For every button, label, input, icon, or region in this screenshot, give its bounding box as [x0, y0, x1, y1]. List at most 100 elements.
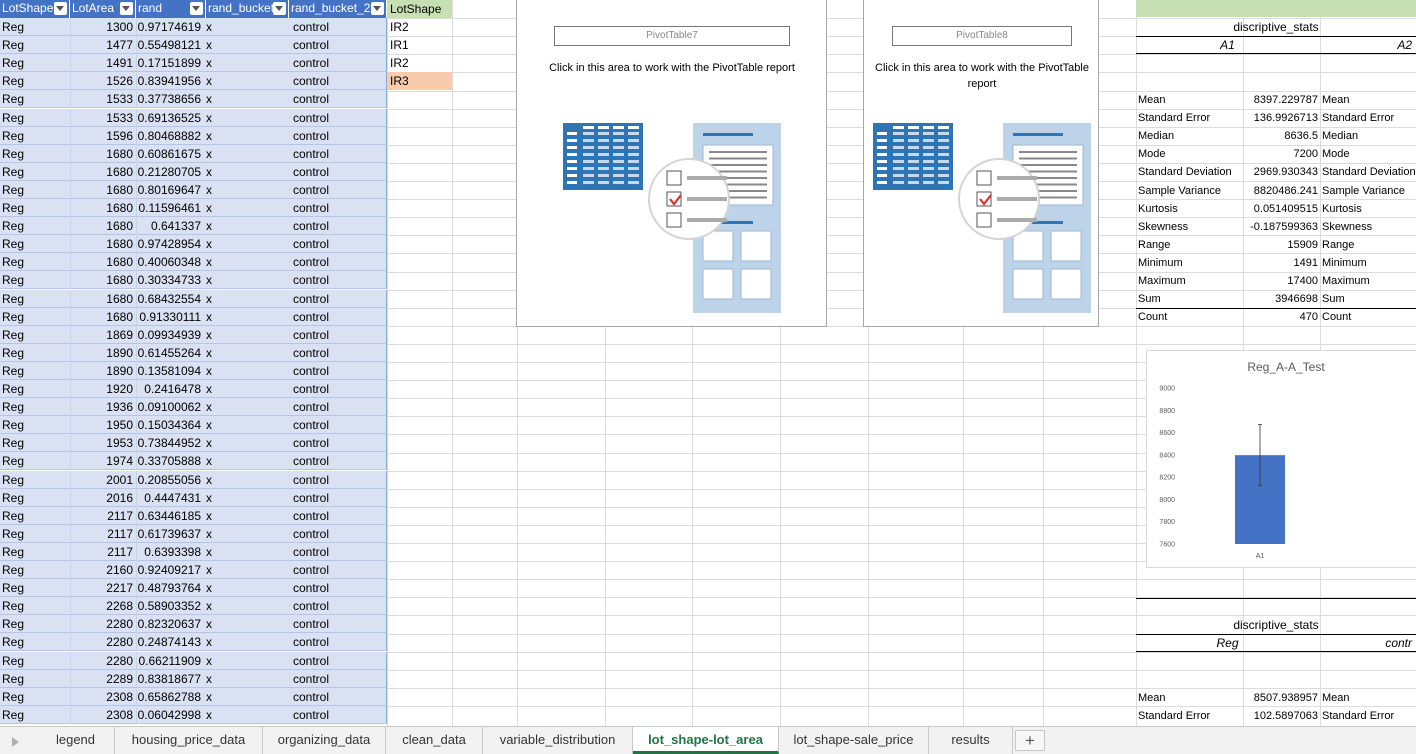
table-cell[interactable]: Reg	[2, 253, 24, 271]
table-cell[interactable]: control	[293, 688, 329, 706]
table-cell[interactable]: x	[206, 670, 212, 688]
table-cell[interactable]: control	[293, 308, 329, 326]
table-row[interactable]: Reg 2117 0.6393398 x control	[0, 542, 387, 561]
table-cell[interactable]: 0.58903352	[136, 597, 203, 616]
table-cell[interactable]: x	[206, 633, 212, 651]
table-row[interactable]: Reg 1974 0.33705888 x control	[0, 452, 387, 471]
table-cell[interactable]: x	[206, 253, 212, 271]
table-cell[interactable]: 1596	[70, 126, 135, 145]
column-header[interactable]: rand	[136, 0, 206, 18]
table-cell[interactable]: Reg	[2, 235, 24, 253]
table-cell[interactable]: 2117	[70, 506, 135, 525]
table-row[interactable]: Reg 1680 0.91330111 x control	[0, 307, 387, 326]
table-row[interactable]: Reg 1680 0.40060348 x control	[0, 253, 387, 272]
table-row[interactable]: Reg 1680 0.80169647 x control	[0, 180, 387, 199]
table-row[interactable]: Reg 2117 0.63446185 x control	[0, 506, 387, 525]
table-cell[interactable]: control	[293, 597, 329, 615]
table-cell[interactable]: control	[293, 163, 329, 181]
bar-chart[interactable]: Reg_A-A_Test 7600 7800 8000 8200 8400 8600 880…	[1146, 350, 1416, 568]
table-cell[interactable]: 2016	[70, 488, 135, 507]
table-cell[interactable]: x	[206, 326, 212, 344]
table-cell[interactable]: control	[293, 434, 329, 452]
table-row[interactable]: Reg 1300 0.97174619 x control	[0, 18, 387, 37]
table-cell[interactable]: x	[206, 706, 212, 724]
sheet-tab[interactable]: lot_shape-lot_area	[633, 727, 779, 754]
column-header[interactable]: LotShape	[0, 0, 70, 18]
table-cell[interactable]: control	[293, 344, 329, 362]
table-cell[interactable]: 0.80468882	[136, 126, 203, 145]
table-cell[interactable]: Reg	[2, 471, 24, 489]
table-cell[interactable]: 2117	[70, 542, 135, 561]
table-cell[interactable]: Reg	[2, 18, 24, 36]
table-row[interactable]: Reg 1953 0.73844952 x control	[0, 434, 387, 453]
table-cell[interactable]: Reg	[2, 127, 24, 145]
table-cell[interactable]: control	[293, 398, 329, 416]
table-cell[interactable]: x	[206, 489, 212, 507]
table-cell[interactable]: Reg	[2, 452, 24, 470]
table-cell[interactable]: 1477	[70, 36, 135, 55]
table-cell[interactable]: 0.40060348	[136, 253, 203, 272]
table-cell[interactable]: 0.83941956	[136, 72, 203, 91]
table-cell[interactable]: Reg	[2, 36, 24, 54]
table-row[interactable]: Reg 2016 0.4447431 x control	[0, 488, 387, 507]
table-cell[interactable]: 0.80169647	[136, 180, 203, 199]
table-cell[interactable]: control	[293, 507, 329, 525]
table-cell[interactable]: 1680	[70, 217, 135, 236]
table-row[interactable]: Reg 1936 0.09100062 x control	[0, 398, 387, 417]
table-cell[interactable]: Reg	[2, 271, 24, 289]
table-row[interactable]: Reg 1533 0.69136525 x control	[0, 108, 387, 127]
table-cell[interactable]: 1890	[70, 361, 135, 380]
lotshape-cell[interactable]: IR2	[387, 54, 452, 72]
table-cell[interactable]: 0.33705888	[136, 452, 203, 471]
table-cell[interactable]: 0.4447431	[136, 488, 203, 507]
table-cell[interactable]: 2280	[70, 651, 135, 670]
table-row[interactable]: Reg 1920 0.2416478 x control	[0, 380, 387, 399]
table-row[interactable]: Reg 2160 0.92409217 x control	[0, 561, 387, 580]
table-cell[interactable]: 1680	[70, 162, 135, 181]
table-cell[interactable]: 0.97174619	[136, 18, 203, 36]
table-cell[interactable]: 0.82320637	[136, 615, 203, 634]
table-cell[interactable]: Reg	[2, 90, 24, 108]
filter-dropdown-icon[interactable]	[190, 2, 203, 15]
table-cell[interactable]: Reg	[2, 344, 24, 362]
lotshape-cell[interactable]: IR2	[387, 18, 452, 36]
lotshape-cell[interactable]: IR3	[387, 72, 452, 91]
column-header[interactable]: LotArea	[70, 0, 136, 18]
table-cell[interactable]: Reg	[2, 615, 24, 633]
table-cell[interactable]: 0.92409217	[136, 561, 203, 579]
table-cell[interactable]: x	[206, 525, 212, 543]
table-cell[interactable]: 2308	[70, 705, 135, 724]
table-cell[interactable]: control	[293, 290, 329, 308]
table-cell[interactable]: 0.65862788	[136, 687, 203, 706]
table-cell[interactable]: Reg	[2, 217, 24, 235]
table-cell[interactable]: 0.68432554	[136, 289, 203, 308]
table-cell[interactable]: control	[293, 217, 329, 235]
table-cell[interactable]: x	[206, 54, 212, 72]
filter-dropdown-icon[interactable]	[371, 2, 384, 15]
table-cell[interactable]: 0.17151899	[136, 54, 203, 73]
table-cell[interactable]: control	[293, 145, 329, 163]
table-cell[interactable]: Reg	[2, 109, 24, 127]
sheet-tab[interactable]: results	[929, 727, 1013, 754]
table-cell[interactable]: Reg	[2, 706, 24, 724]
sheet-tab[interactable]: clean_data	[386, 727, 483, 754]
table-cell[interactable]: x	[206, 597, 212, 615]
table-cell[interactable]: Reg	[2, 670, 24, 688]
table-cell[interactable]: 0.24874143	[136, 633, 203, 652]
table-cell[interactable]: 1680	[70, 144, 135, 163]
table-cell[interactable]: x	[206, 652, 212, 670]
table-cell[interactable]: 2117	[70, 524, 135, 543]
table-cell[interactable]: 2160	[70, 561, 135, 579]
table-cell[interactable]: Reg	[2, 561, 24, 579]
table-cell[interactable]: 0.37738656	[136, 90, 203, 109]
table-cell[interactable]: 1950	[70, 416, 135, 435]
table-cell[interactable]: 0.91330111	[136, 307, 203, 326]
filter-dropdown-icon[interactable]	[273, 2, 286, 15]
table-cell[interactable]: x	[206, 416, 212, 434]
table-cell[interactable]: x	[206, 36, 212, 54]
table-cell[interactable]: 0.641337	[136, 217, 203, 236]
table-cell[interactable]: control	[293, 271, 329, 289]
table-row[interactable]: Reg 1869 0.09934939 x control	[0, 325, 387, 344]
table-cell[interactable]: control	[293, 652, 329, 670]
table-cell[interactable]: control	[293, 579, 329, 597]
